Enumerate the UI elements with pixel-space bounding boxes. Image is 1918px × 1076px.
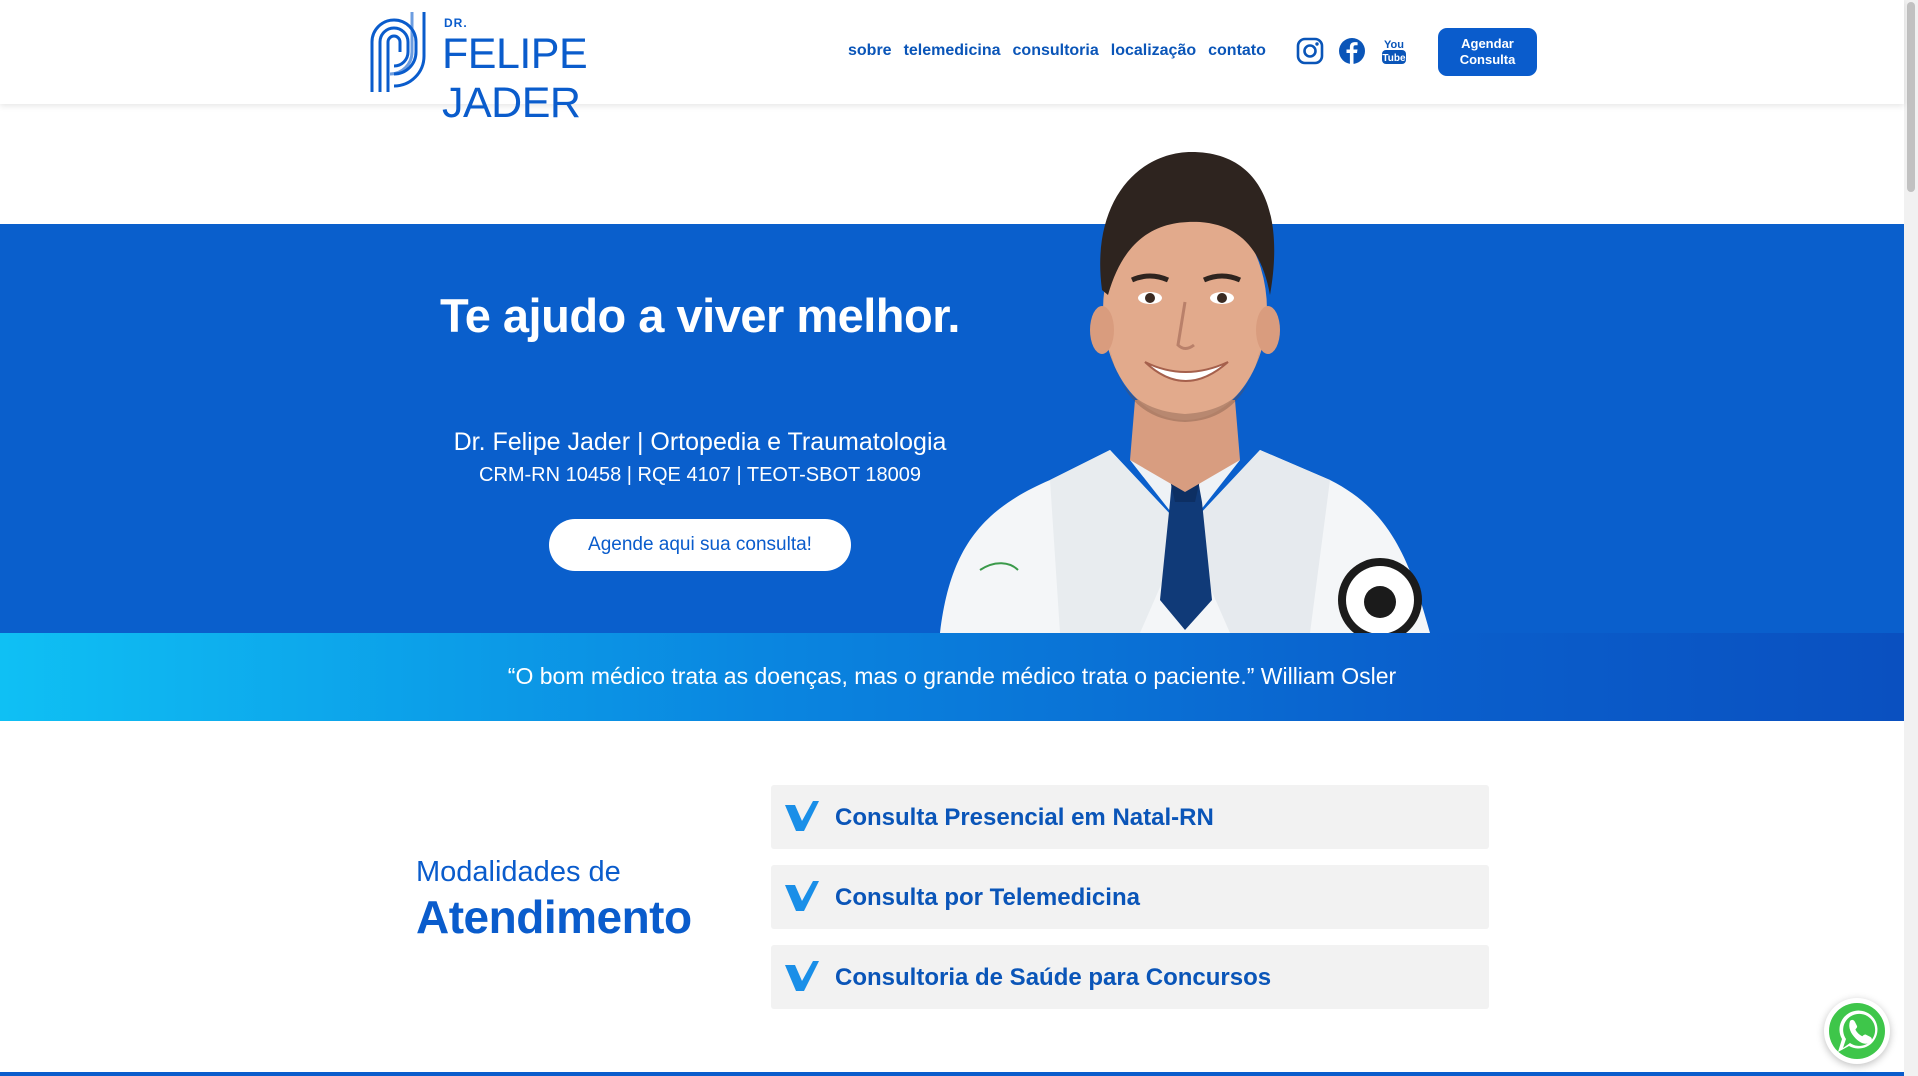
page: DR. FELIPE JADER sobre telemedicina cons…: [0, 0, 1918, 1076]
logo-dr-text: DR.: [444, 16, 468, 30]
youtube-icon[interactable]: You Tube: [1380, 36, 1408, 66]
modalities-list: Consulta Presencial em Natal-RN Consulta…: [771, 785, 1489, 1025]
hero-title: Te ajudo a viver melhor.: [440, 289, 961, 342]
check-icon: [785, 801, 819, 831]
modalities-label-small: Modalidades de: [416, 856, 621, 888]
instagram-icon[interactable]: [1296, 36, 1324, 66]
site-header: DR. FELIPE JADER sobre telemedicina cons…: [0, 0, 1904, 127]
modality-label: Consulta por Telemedicina: [835, 884, 1140, 911]
svg-text:You: You: [1384, 39, 1404, 51]
main-nav: sobre telemedicina consultoria localizaç…: [848, 42, 1266, 60]
logo-name-text: FELIPE JADER: [442, 30, 588, 127]
modality-label: Consultoria de Saúde para Concursos: [835, 964, 1272, 991]
svg-text:Tube: Tube: [1382, 53, 1406, 64]
scrollbar-thumb[interactable]: [1907, 2, 1915, 192]
doctor-photo: [940, 151, 1430, 633]
check-icon: [785, 961, 819, 991]
social-links: You Tube: [1296, 36, 1408, 66]
quote-banner: “O bom médico trata as doenças, mas o gr…: [0, 633, 1904, 721]
schedule-button[interactable]: Agendar Consulta: [1438, 28, 1537, 76]
next-section-edge: [0, 1072, 1904, 1076]
quote-text: “O bom médico trata as doenças, mas o gr…: [507, 663, 1397, 689]
logo[interactable]: DR. FELIPE JADER: [368, 12, 688, 127]
scrollbar[interactable]: [1904, 0, 1918, 1076]
nav-consultoria[interactable]: consultoria: [1013, 42, 1099, 60]
nav-sobre[interactable]: sobre: [848, 42, 892, 60]
check-icon: [785, 881, 819, 911]
nav-telemedicina[interactable]: telemedicina: [904, 42, 1001, 60]
modality-label: Consulta Presencial em Natal-RN: [835, 804, 1214, 831]
modalities-label-big: Atendimento: [416, 891, 692, 943]
nav-localizacao[interactable]: localização: [1111, 42, 1196, 60]
logo-mark-icon: [370, 12, 426, 92]
nav-contato[interactable]: contato: [1208, 42, 1266, 60]
hero-subtitle: Dr. Felipe Jader | Ortopedia e Traumatol…: [453, 428, 947, 456]
facebook-icon[interactable]: [1338, 36, 1366, 66]
modality-consultoria[interactable]: Consultoria de Saúde para Concursos: [771, 945, 1489, 1009]
whatsapp-icon: [1829, 1003, 1885, 1059]
hero-cta-button[interactable]: Agende aqui sua consulta!: [549, 519, 851, 571]
whatsapp-button[interactable]: [1824, 998, 1890, 1064]
modality-telemedicina[interactable]: Consulta por Telemedicina: [771, 865, 1489, 929]
modality-presencial[interactable]: Consulta Presencial em Natal-RN: [771, 785, 1489, 849]
hero-credentials: CRM-RN 10458 | RQE 4107 | TEOT-SBOT 1800…: [478, 464, 922, 486]
